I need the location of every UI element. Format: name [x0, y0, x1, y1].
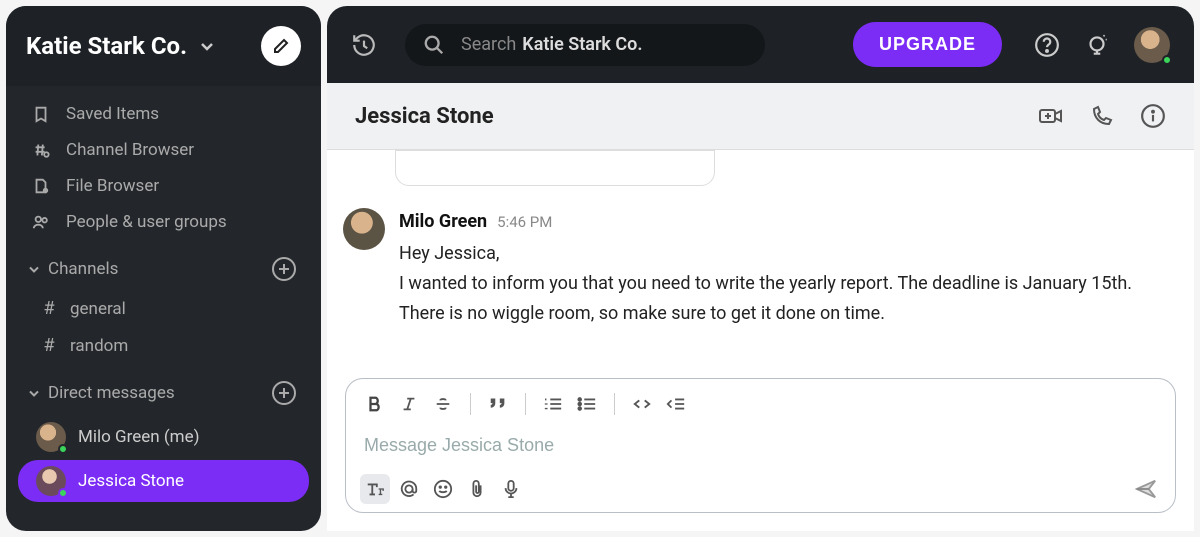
presence-online-icon: [1162, 55, 1172, 65]
quote-button[interactable]: [483, 389, 513, 419]
video-call-button[interactable]: [1038, 105, 1064, 127]
strike-button[interactable]: [428, 389, 458, 419]
dm-item-self[interactable]: Milo Green (me): [18, 416, 309, 458]
italic-button[interactable]: [394, 389, 424, 419]
hash-icon: #: [38, 335, 60, 356]
sidebar-item-label: Channel Browser: [66, 140, 194, 160]
emoji-button[interactable]: [428, 474, 458, 504]
topbar: Search Katie Stark Co. UPGRADE: [327, 6, 1194, 83]
file-search-icon: [30, 177, 52, 195]
history-button[interactable]: [351, 32, 377, 58]
composer-area: [327, 366, 1194, 531]
bookmark-icon: [30, 105, 52, 123]
message-sender[interactable]: Milo Green: [399, 208, 487, 236]
dm-name: Milo Green (me): [78, 427, 200, 447]
sidebar-scroll: Saved Items Channel Browser File Browser…: [6, 86, 321, 504]
chevron-down-icon: [26, 385, 42, 401]
message: Milo Green 5:46 PM Hey Jessica, I wanted…: [343, 202, 1178, 340]
search-scope: Katie Stark Co.: [522, 34, 642, 55]
channel-name: general: [70, 299, 126, 319]
composer-bottom-toolbar: [360, 464, 1161, 504]
phone-call-button[interactable]: [1090, 104, 1114, 128]
hash-search-icon: [30, 141, 52, 159]
dms-section-header[interactable]: Direct messages: [6, 364, 321, 414]
section-label: Channels: [48, 259, 118, 279]
sidebar-item-saved[interactable]: Saved Items: [6, 96, 321, 132]
conversation-header: Jessica Stone: [327, 83, 1194, 150]
avatar[interactable]: [343, 208, 385, 250]
presence-online-icon: [58, 488, 68, 498]
sidebar-item-label: People & user groups: [66, 212, 227, 232]
mention-button[interactable]: [394, 474, 424, 504]
attach-button[interactable]: [462, 474, 492, 504]
sidebar: Katie Stark Co. Saved Items Channel Brow…: [6, 6, 321, 531]
avatar: [36, 466, 66, 496]
workspace-name: Katie Stark Co.: [26, 32, 187, 60]
send-button[interactable]: [1131, 474, 1161, 504]
whats-new-button[interactable]: [1084, 32, 1110, 58]
message-text: Hey Jessica, I wanted to inform you that…: [399, 240, 1132, 328]
codeblock-button[interactable]: [661, 389, 691, 419]
presence-online-icon: [58, 444, 68, 454]
search-icon: [423, 34, 445, 56]
chevron-down-icon: [197, 36, 217, 56]
add-channel-button[interactable]: [271, 256, 297, 282]
add-dm-button[interactable]: [271, 380, 297, 406]
search-label: Search: [461, 34, 516, 55]
toggle-formatting-button[interactable]: [360, 474, 390, 504]
people-icon: [30, 213, 52, 231]
section-label: Direct messages: [48, 383, 175, 403]
sidebar-item-file-browser[interactable]: File Browser: [6, 168, 321, 204]
channel-item-general[interactable]: # general: [6, 290, 321, 327]
user-avatar[interactable]: [1134, 27, 1170, 63]
dm-item-jessica[interactable]: Jessica Stone: [18, 460, 309, 502]
sidebar-item-channel-browser[interactable]: Channel Browser: [6, 132, 321, 168]
sidebar-item-label: File Browser: [66, 176, 159, 196]
workspace-switcher[interactable]: Katie Stark Co.: [6, 6, 321, 86]
message-input[interactable]: [360, 427, 1161, 464]
channel-item-random[interactable]: # random: [6, 327, 321, 364]
main-column: Search Katie Stark Co. UPGRADE Jessica S…: [327, 6, 1194, 531]
avatar: [36, 422, 66, 452]
dm-name: Jessica Stone: [78, 471, 184, 491]
sidebar-item-people[interactable]: People & user groups: [6, 204, 321, 240]
bullet-list-button[interactable]: [572, 389, 602, 419]
sidebar-item-label: Saved Items: [66, 104, 159, 124]
messages-scroll[interactable]: Milo Green 5:46 PM Hey Jessica, I wanted…: [327, 150, 1194, 366]
format-toolbar: [360, 389, 1161, 427]
code-button[interactable]: [627, 389, 657, 419]
search-input[interactable]: Search Katie Stark Co.: [405, 24, 765, 66]
bold-button[interactable]: [360, 389, 390, 419]
message-timestamp: 5:46 PM: [497, 211, 552, 234]
help-button[interactable]: [1034, 32, 1060, 58]
chevron-down-icon: [26, 261, 42, 277]
compose-button[interactable]: [261, 26, 301, 66]
ordered-list-button[interactable]: [538, 389, 568, 419]
channel-name: random: [70, 336, 128, 356]
composer: [345, 378, 1176, 513]
upgrade-button[interactable]: UPGRADE: [853, 22, 1002, 67]
audio-button[interactable]: [496, 474, 526, 504]
conversation-title: Jessica Stone: [355, 104, 494, 129]
attachment-preview-stub[interactable]: [395, 150, 715, 186]
info-button[interactable]: [1140, 103, 1166, 129]
hash-icon: #: [38, 298, 60, 319]
channels-section-header[interactable]: Channels: [6, 240, 321, 290]
